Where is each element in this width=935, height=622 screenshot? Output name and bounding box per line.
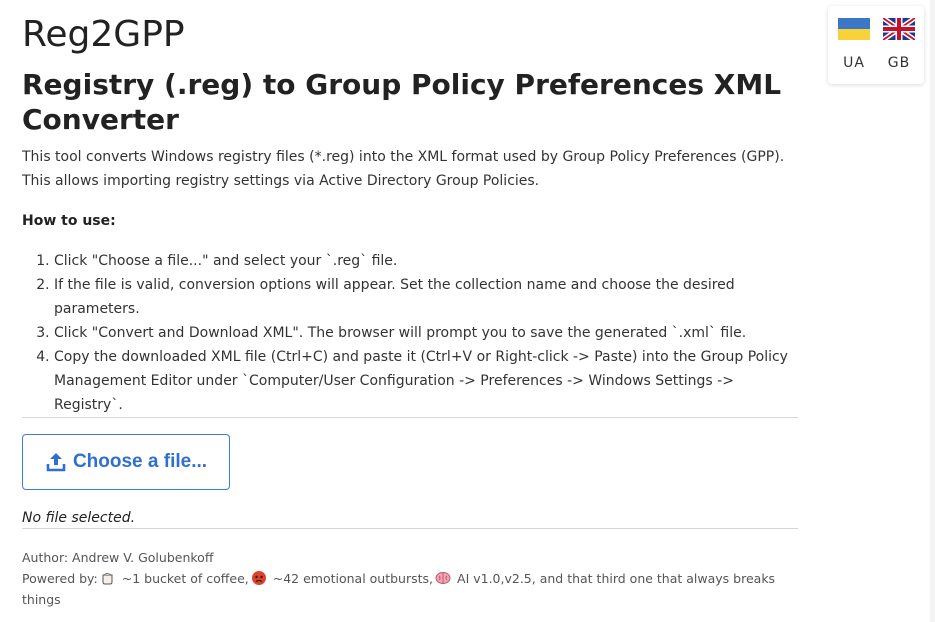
language-ua-button[interactable]: UA bbox=[836, 18, 872, 71]
language-code: UA bbox=[843, 55, 865, 71]
uk-flag-icon bbox=[881, 18, 917, 40]
language-switcher: UA GB bbox=[828, 6, 924, 84]
page-title: Registry (.reg) to Group Policy Preferen… bbox=[22, 68, 782, 136]
divider bbox=[22, 528, 798, 529]
page: Reg2GPP Registry (.reg) to Group Policy … bbox=[0, 0, 935, 622]
choose-file-label: Choose a file... bbox=[72, 451, 208, 472]
language-gb-button[interactable]: GB bbox=[881, 18, 917, 71]
file-status: No file selected. bbox=[22, 510, 136, 526]
powered-by-label: Powered by: bbox=[22, 571, 98, 586]
upload-icon bbox=[45, 451, 67, 473]
author-line: Author: Andrew V. Golubenkoff bbox=[22, 550, 214, 565]
footer: Author: Andrew V. Golubenkoff Powered by… bbox=[22, 547, 798, 610]
scrollbar[interactable] bbox=[930, 0, 935, 622]
intro-text: This tool converts Windows registry file… bbox=[22, 149, 785, 189]
ukraine-flag-icon bbox=[836, 18, 872, 40]
angry-face-icon bbox=[251, 570, 267, 586]
app-title: Reg2GPP bbox=[22, 14, 185, 55]
coffee-icon bbox=[100, 570, 116, 586]
step-item: If the file is valid, conversion options… bbox=[54, 273, 798, 321]
brain-icon bbox=[435, 570, 451, 586]
choose-file-button[interactable]: Choose a file... bbox=[22, 434, 230, 490]
how-to-title: How to use: bbox=[22, 213, 116, 229]
powered-by-item: ~42 emotional outbursts, bbox=[272, 571, 434, 586]
main-content: Reg2GPP Registry (.reg) to Group Policy … bbox=[22, 0, 798, 610]
powered-by-item: ~1 bucket of coffee, bbox=[121, 571, 249, 586]
powered-by-line: Powered by: ~1 bucket of coffee, ~42 emo… bbox=[22, 568, 798, 610]
step-item: Click "Convert and Download XML". The br… bbox=[54, 321, 798, 345]
divider bbox=[22, 417, 798, 418]
language-code: GB bbox=[887, 55, 911, 71]
steps-list: Click "Choose a file..." and select your… bbox=[22, 249, 798, 417]
step-item: Copy the downloaded XML file (Ctrl+C) an… bbox=[54, 345, 798, 417]
step-item: Click "Choose a file..." and select your… bbox=[54, 249, 798, 273]
